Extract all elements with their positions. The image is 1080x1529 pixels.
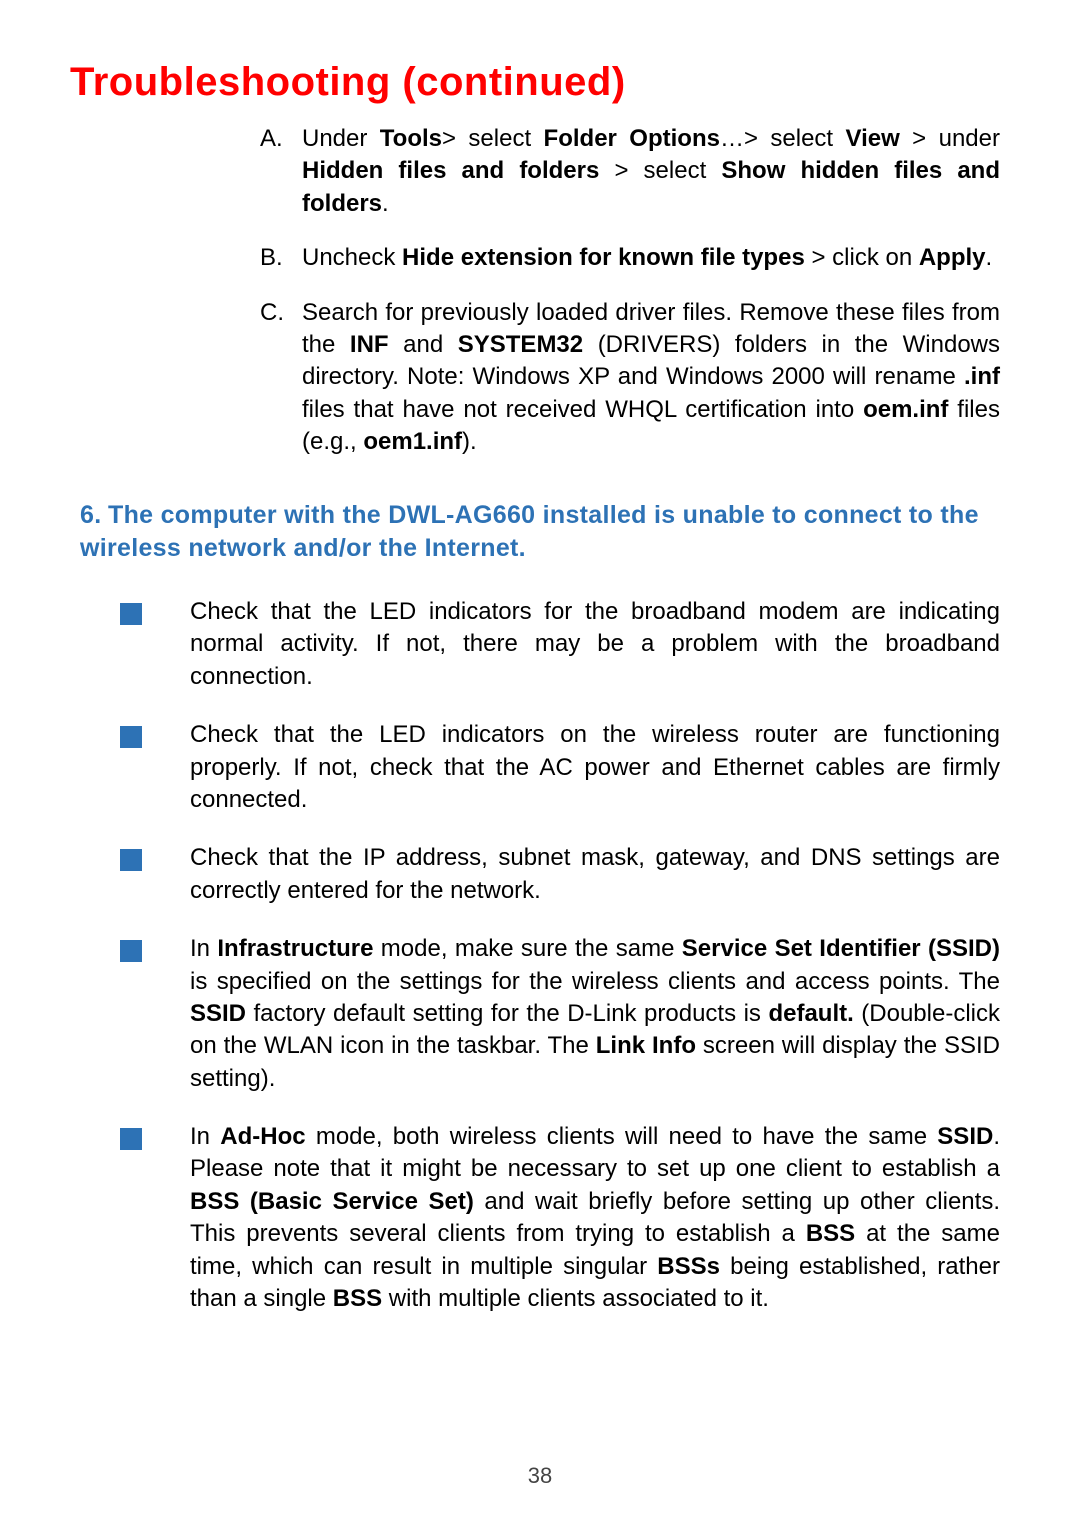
bullet-item: Check that the IP address, subnet mask, …: [120, 842, 1000, 907]
item-body: Uncheck Hide extension for known file ty…: [302, 242, 1000, 274]
bullet-item: In Infrastructure mode, make sure the sa…: [120, 933, 1000, 1095]
bullet-body: In Ad-Hoc mode, both wireless clients wi…: [190, 1121, 1000, 1315]
bullet-body: In Infrastructure mode, make sure the sa…: [190, 933, 1000, 1095]
lettered-item-c: C. Search for previously loaded driver f…: [260, 297, 1000, 459]
item-body: Search for previously loaded driver file…: [302, 297, 1000, 459]
section-6-heading: 6.The computer with the DWL-AG660 instal…: [80, 499, 1000, 567]
bullet-item: Check that the LED indicators on the wir…: [120, 719, 1000, 816]
page-title: Troubleshooting (continued): [70, 60, 1010, 105]
lettered-item-a: A. Under Tools> select Folder Options…> …: [260, 123, 1000, 220]
item-label: A.: [260, 123, 302, 220]
bullet-list: Check that the LED indicators for the br…: [120, 596, 1000, 1315]
square-bullet-icon: [120, 719, 190, 816]
bullet-body: Check that the LED indicators for the br…: [190, 596, 1000, 693]
bullet-body: Check that the IP address, subnet mask, …: [190, 842, 1000, 907]
square-bullet-icon: [120, 933, 190, 1095]
bullet-body: Check that the LED indicators on the wir…: [190, 719, 1000, 816]
heading-number: 6.: [80, 499, 108, 533]
item-label: C.: [260, 297, 302, 459]
square-bullet-icon: [120, 596, 190, 693]
bullet-item: Check that the LED indicators for the br…: [120, 596, 1000, 693]
item-body: Under Tools> select Folder Options…> sel…: [302, 123, 1000, 220]
item-label: B.: [260, 242, 302, 274]
page-number: 38: [0, 1463, 1080, 1489]
heading-text: The computer with the DWL-AG660 installe…: [80, 501, 979, 563]
document-page: Troubleshooting (continued) A. Under Too…: [0, 0, 1080, 1529]
lettered-item-b: B. Uncheck Hide extension for known file…: [260, 242, 1000, 274]
lettered-list: A. Under Tools> select Folder Options…> …: [260, 123, 1000, 459]
square-bullet-icon: [120, 842, 190, 907]
square-bullet-icon: [120, 1121, 190, 1315]
bullet-item: In Ad-Hoc mode, both wireless clients wi…: [120, 1121, 1000, 1315]
